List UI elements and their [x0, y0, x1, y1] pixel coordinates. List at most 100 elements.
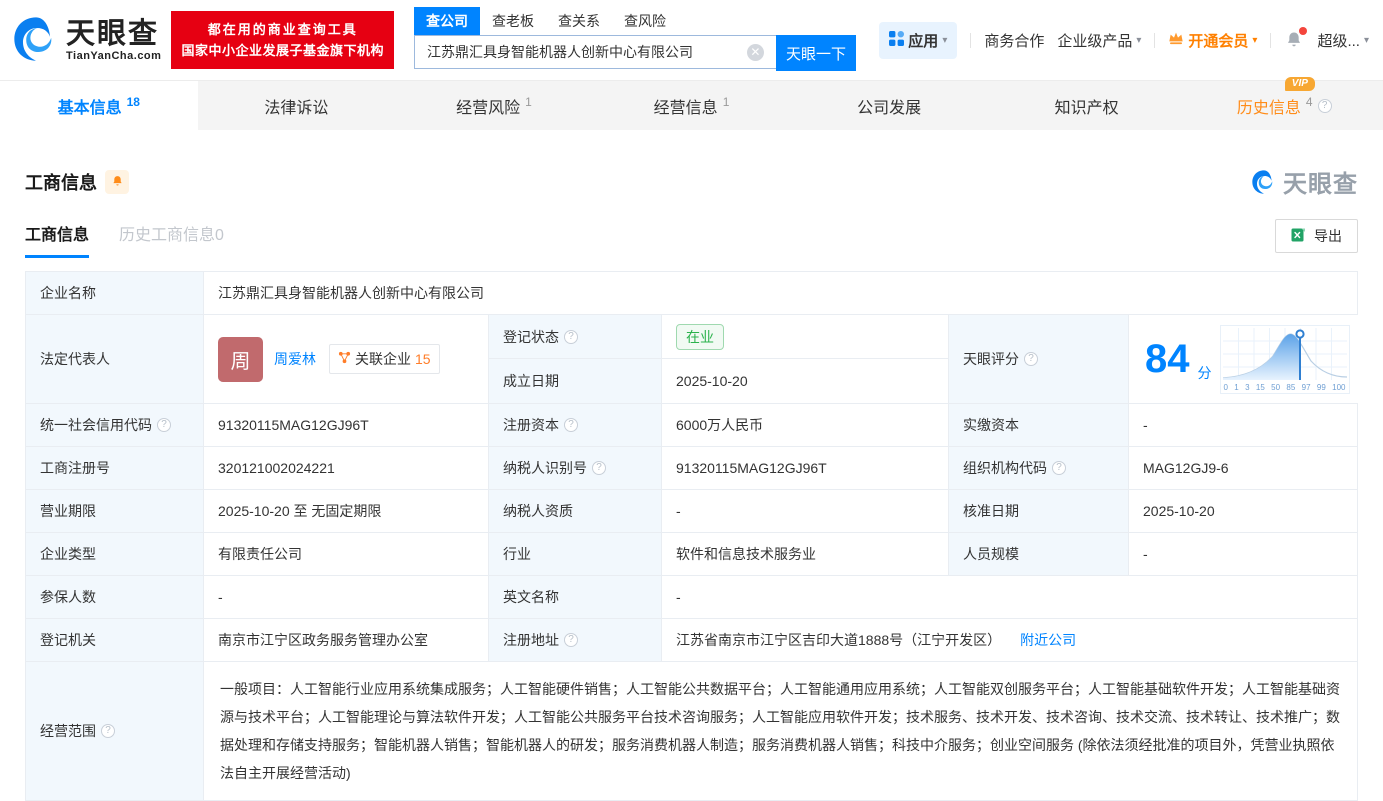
search-button[interactable]: 天眼一下	[775, 35, 856, 71]
help-icon[interactable]: ?	[101, 724, 115, 738]
insured-count-value: -	[203, 576, 488, 618]
vip-label: 开通会员	[1188, 32, 1249, 50]
tab-label: 经营风险	[456, 99, 521, 117]
tab-intellectual-property[interactable]: 知识产权	[988, 81, 1186, 130]
score-number: 84	[1145, 337, 1190, 381]
chevron-down-icon: ▾	[1252, 34, 1258, 46]
help-icon[interactable]: ?	[564, 633, 578, 647]
legal-rep-value: 周 周爱林 关联企业 15	[203, 315, 488, 403]
table-row: 工商注册号 320121002024221 纳税人识别号? 91320115MA…	[26, 446, 1357, 489]
notifications-bell-icon[interactable]	[1284, 27, 1308, 50]
tyc-score-value[interactable]: 84 分 0 1 3 15 50 85 97 99 100	[1128, 315, 1358, 403]
taxpayer-id-value: 91320115MAG12GJ96T	[661, 447, 948, 489]
tab-history-info[interactable]: 历史信息 VIP 4 ?	[1185, 76, 1383, 130]
related-label: 关联企业	[355, 351, 411, 367]
company-type-value: 有限责任公司	[203, 533, 488, 575]
tab-operating-risk[interactable]: 经营风险 1	[395, 81, 593, 130]
watermark-text: 天眼查	[1283, 171, 1358, 198]
search-tab-relation[interactable]: 查关系	[546, 7, 612, 35]
taxpayer-quality-value: -	[661, 490, 948, 532]
chevron-down-icon: ▾	[1363, 34, 1369, 46]
avatar[interactable]: 周	[218, 336, 263, 382]
notification-dot	[1299, 27, 1308, 35]
help-icon[interactable]: ?	[157, 418, 171, 432]
tab-operating-info[interactable]: 经营信息 1	[593, 81, 791, 130]
staff-size-label: 人员规模	[948, 533, 1128, 575]
reg-status-value: 在业	[661, 315, 948, 359]
help-icon[interactable]: ?	[564, 329, 578, 344]
super-label: 超级...	[1317, 32, 1360, 50]
tyc-score-label: 天眼评分?	[948, 315, 1128, 403]
apps-label: 应用	[908, 32, 939, 50]
apps-grid-icon	[889, 30, 905, 50]
tab-basic-info[interactable]: 基本信息 18	[0, 81, 198, 130]
subtab-business-info[interactable]: 工商信息	[25, 221, 90, 258]
tab-count: 18	[126, 94, 140, 109]
tianyancha-logo[interactable]: 天眼查 TianYanCha.com	[10, 13, 161, 68]
table-row: 参保人数 - 英文名称 -	[26, 575, 1357, 618]
table-row: 营业期限 2025-10-20 至 无固定期限 纳税人资质 - 核准日期 202…	[26, 489, 1357, 532]
divider	[1154, 32, 1156, 48]
tab-count: 1	[722, 94, 730, 109]
table-row: 法定代表人 周 周爱林 关联企业 15 登记状态 ? 在业 成立日期 2025-…	[26, 314, 1358, 403]
company-name-label: 企业名称	[26, 272, 203, 314]
enterprise-label: 企业级产品	[1057, 32, 1133, 50]
english-name-label: 英文名称	[488, 576, 661, 618]
top-header: 天眼查 TianYanCha.com 都在用的商业查询工具 国家中小企业发展子基…	[0, 0, 1383, 80]
paid-capital-value: -	[1128, 404, 1357, 446]
tab-label: 知识产权	[1054, 99, 1119, 117]
address-text: 江苏省南京市江宁区吉印大道1888号（江宁开发区）	[676, 632, 1002, 648]
help-icon[interactable]: ?	[1317, 98, 1332, 113]
search-block: 查公司 查老板 查关系 查风险 ✕ 天眼一下	[413, 7, 856, 71]
help-icon[interactable]: ?	[592, 461, 606, 475]
divider	[970, 32, 972, 48]
tab-label: 法律诉讼	[264, 99, 329, 117]
help-icon[interactable]: ?	[564, 418, 578, 432]
business-term-value: 2025-10-20 至 无固定期限	[203, 490, 488, 532]
approval-date-value: 2025-10-20	[1128, 490, 1357, 532]
brand-domain: TianYanCha.com	[66, 50, 162, 62]
search-input[interactable]	[413, 35, 776, 69]
legal-rep-link[interactable]: 周爱林	[274, 349, 316, 369]
nav-enterprise-products[interactable]: 企业级产品 ▾	[1057, 30, 1141, 51]
establish-date-value: 2025-10-20	[661, 359, 948, 403]
vip-badge: VIP	[1284, 76, 1315, 91]
help-icon[interactable]: ?	[1052, 461, 1066, 475]
page-tabbar: 基本信息 18 法律诉讼 经营风险 1 经营信息 1 公司发展 知识产权 历史信…	[0, 76, 1383, 130]
business-scope-label: 经营范围?	[26, 662, 203, 800]
promo-line2: 国家中小企业发展子基金旗下机构	[181, 43, 384, 58]
help-icon[interactable]: ?	[1024, 352, 1038, 366]
english-name-value: -	[661, 576, 1357, 618]
search-tab-boss[interactable]: 查老板	[480, 7, 546, 35]
main-content: 工商信息 天眼查 工商信息 历史工商信息0 导出 企业名称 江苏鼎汇具身智能机器…	[0, 164, 1383, 801]
reg-number-value: 320121002024221	[203, 447, 488, 489]
credit-code-label: 统一社会信用代码?	[26, 404, 203, 446]
related-companies-badge[interactable]: 关联企业 15	[329, 344, 440, 374]
nearby-companies-link[interactable]: 附近公司	[1020, 630, 1076, 650]
clear-search-icon[interactable]: ✕	[746, 44, 764, 61]
nav-super-member[interactable]: 超级... ▾	[1317, 30, 1369, 51]
cooperation-label: 商务合作	[984, 32, 1045, 50]
promo-banner: 都在用的商业查询工具 国家中小企业发展子基金旗下机构	[171, 11, 394, 69]
tab-company-development[interactable]: 公司发展	[790, 81, 988, 130]
table-row: 统一社会信用代码? 91320115MAG12GJ96T 注册资本? 6000万…	[26, 403, 1357, 446]
subscribe-bell-icon[interactable]	[105, 169, 129, 194]
paid-capital-label: 实缴资本	[948, 404, 1128, 446]
subtab-history-business-info[interactable]: 历史工商信息0	[119, 221, 224, 258]
search-tab-company[interactable]: 查公司	[413, 7, 480, 35]
staff-size-value: -	[1128, 533, 1357, 575]
nav-open-vip[interactable]: 开通会员 ▾	[1168, 30, 1257, 51]
table-row: 登记机关 南京市江宁区政务服务管理办公室 注册地址? 江苏省南京市江宁区吉印大道…	[26, 618, 1357, 661]
apps-menu[interactable]: 应用 ▾	[879, 21, 958, 59]
nav-business-cooperation[interactable]: 商务合作	[984, 30, 1044, 51]
score-axis-ticks: 0 1 3 15 50 85 97 99 100	[1223, 382, 1346, 392]
export-label: 导出	[1314, 228, 1342, 244]
business-info-table: 企业名称 江苏鼎汇具身智能机器人创新中心有限公司 法定代表人 周 周爱林 关联企…	[25, 271, 1358, 801]
tab-legal-litigation[interactable]: 法律诉讼	[198, 81, 396, 130]
chevron-down-icon: ▾	[1136, 34, 1142, 46]
taxpayer-quality-label: 纳税人资质	[488, 490, 661, 532]
search-tab-risk[interactable]: 查风险	[612, 7, 678, 35]
section-title: 工商信息	[25, 172, 97, 193]
export-button[interactable]: 导出	[1275, 219, 1358, 253]
table-row: 经营范围? 一般项目：人工智能行业应用系统集成服务；人工智能硬件销售；人工智能公…	[26, 661, 1357, 800]
